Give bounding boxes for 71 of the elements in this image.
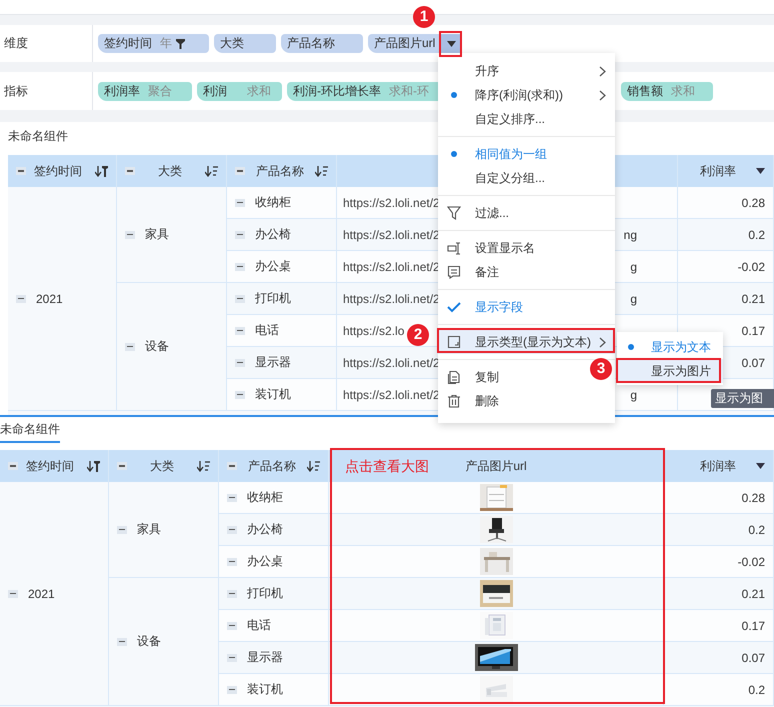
cell-text: 0.07 xyxy=(742,356,765,370)
component-title: 未命名组件 xyxy=(8,128,68,145)
cell-text: 装订机 xyxy=(255,386,291,403)
header-label: 大类 xyxy=(157,162,183,180)
header-label: 产品名称 xyxy=(247,458,297,474)
cell-text: -0.02 xyxy=(738,554,765,568)
url-text: https://s2.loli.net/2 xyxy=(343,388,440,402)
pill-label: 利润率 xyxy=(104,82,140,100)
pill-suffix: 聚合 xyxy=(148,82,172,100)
url-text: https://s2.loli.net/2 xyxy=(343,196,440,210)
cell-text: 收纳柜 xyxy=(255,194,291,211)
url-text: https://s2.lo xyxy=(343,324,404,338)
pill-suffix: 求和 xyxy=(671,82,695,100)
cell-text: 家具 xyxy=(145,226,169,243)
cell-text: 显示器 xyxy=(255,354,291,371)
cell-text: 2021 xyxy=(28,586,55,600)
header-label: 大类 xyxy=(149,458,175,474)
cell-text: 设备 xyxy=(145,338,169,355)
annotation-text: 点击查看大图 xyxy=(345,458,429,476)
url-text: g xyxy=(630,260,637,274)
pill-suffix: 年 xyxy=(160,35,172,52)
url-text: https://s2.loli.net/2 xyxy=(343,356,440,370)
cell-text: 0.17 xyxy=(742,324,765,338)
component-title: 未命名组件 xyxy=(0,417,60,443)
url-text: https://s2.loli.net/2 xyxy=(343,228,440,242)
step-badge: 1 xyxy=(413,6,435,28)
cell-text: 电话 xyxy=(255,322,279,339)
cell-text: 打印机 xyxy=(247,585,283,602)
cell-text: 0.28 xyxy=(742,490,765,504)
pill-label: 销售额 xyxy=(627,82,663,100)
pill-suffix: 求和 xyxy=(247,82,271,100)
cell-text: 0.21 xyxy=(742,292,765,306)
pill-label: 产品图片url xyxy=(374,35,436,52)
tooltip: 显示为图 xyxy=(711,389,774,408)
cell-text: 办公桌 xyxy=(247,553,283,570)
pill-label: 利润-环比增长率 xyxy=(293,82,381,100)
cell-text: 0.2 xyxy=(748,522,765,536)
header-label: 产品名称 xyxy=(255,162,305,180)
header-label: 产品图片url xyxy=(465,458,527,474)
header-label: 签约时间 xyxy=(33,162,83,180)
header-label: 利润率 xyxy=(700,458,736,474)
header-label: 签约时间 xyxy=(25,458,75,474)
pill-suffix: 求和-环 xyxy=(389,82,429,100)
cell-text: 收纳柜 xyxy=(247,489,283,506)
header-label: 利润率 xyxy=(700,162,736,180)
cell-text: -0.02 xyxy=(738,260,765,274)
cell-text: 办公桌 xyxy=(255,258,291,275)
cell-text: 办公椅 xyxy=(247,521,283,538)
url-text: g xyxy=(630,292,637,306)
cell-text: 0.28 xyxy=(742,196,765,210)
url-text: ng xyxy=(624,228,637,242)
pill-label: 利润 xyxy=(203,82,227,100)
pill-label: 大类 xyxy=(220,35,244,52)
url-text: g xyxy=(630,388,637,402)
cell-text: 办公椅 xyxy=(255,226,291,243)
cell-text: 2021 xyxy=(36,292,63,306)
cell-text: 显示器 xyxy=(247,649,283,666)
cell-text: 装订机 xyxy=(247,681,283,698)
cell-text: 0.2 xyxy=(748,682,765,696)
url-text: https://s2.loli.net/2 xyxy=(343,292,440,306)
cell-text: 电话 xyxy=(247,617,271,634)
pill-label: 签约时间 xyxy=(104,35,152,52)
cell-text: 0.21 xyxy=(742,586,765,600)
cell-text: 打印机 xyxy=(255,290,291,307)
cell-text: 0.2 xyxy=(748,228,765,242)
cell-text: 家具 xyxy=(137,521,161,538)
pill-label: 产品名称 xyxy=(287,35,335,52)
cell-text: 0.17 xyxy=(742,618,765,632)
cell-text: 0.07 xyxy=(742,650,765,664)
cell-text: 设备 xyxy=(137,633,161,650)
url-text: https://s2.loli.net/2 xyxy=(343,260,440,274)
